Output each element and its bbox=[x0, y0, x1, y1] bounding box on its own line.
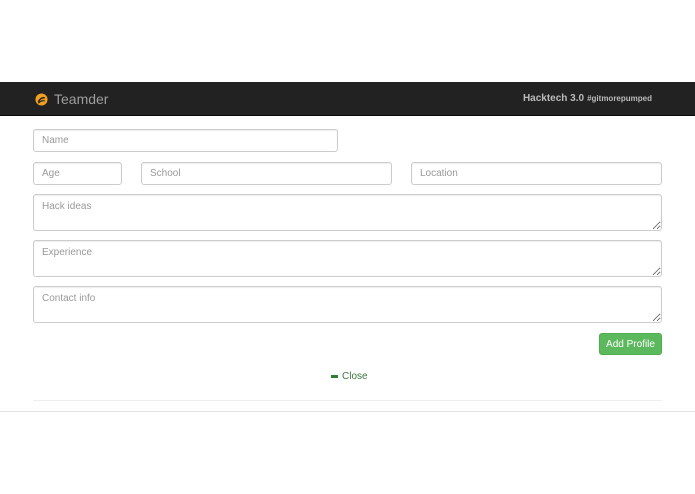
hack-ideas-textarea[interactable] bbox=[33, 194, 662, 231]
contact-info-textarea[interactable] bbox=[33, 286, 662, 323]
flame-logo-icon bbox=[35, 92, 48, 106]
school-input[interactable] bbox=[141, 162, 392, 185]
add-profile-button[interactable]: Add Profile bbox=[599, 333, 662, 355]
brand-label: Teamder bbox=[54, 91, 109, 107]
navbar: Teamder Hacktech 3.0 #gitmorepumped bbox=[0, 82, 695, 116]
age-input[interactable] bbox=[33, 162, 122, 185]
location-input[interactable] bbox=[411, 162, 662, 185]
event-title: Hacktech 3.0 bbox=[522, 93, 585, 104]
event-hashtag: #gitmorepumped bbox=[587, 94, 652, 103]
page-divider bbox=[0, 411, 695, 412]
minus-icon bbox=[331, 374, 338, 378]
form-divider bbox=[33, 400, 662, 401]
name-input[interactable] bbox=[33, 129, 338, 152]
close-label: Close bbox=[342, 370, 368, 382]
experience-textarea[interactable] bbox=[33, 240, 662, 277]
brand-link[interactable]: Teamder bbox=[35, 90, 108, 108]
event-info: Hacktech 3.0 #gitmorepumped bbox=[523, 93, 652, 104]
close-link[interactable]: Close bbox=[331, 369, 368, 383]
